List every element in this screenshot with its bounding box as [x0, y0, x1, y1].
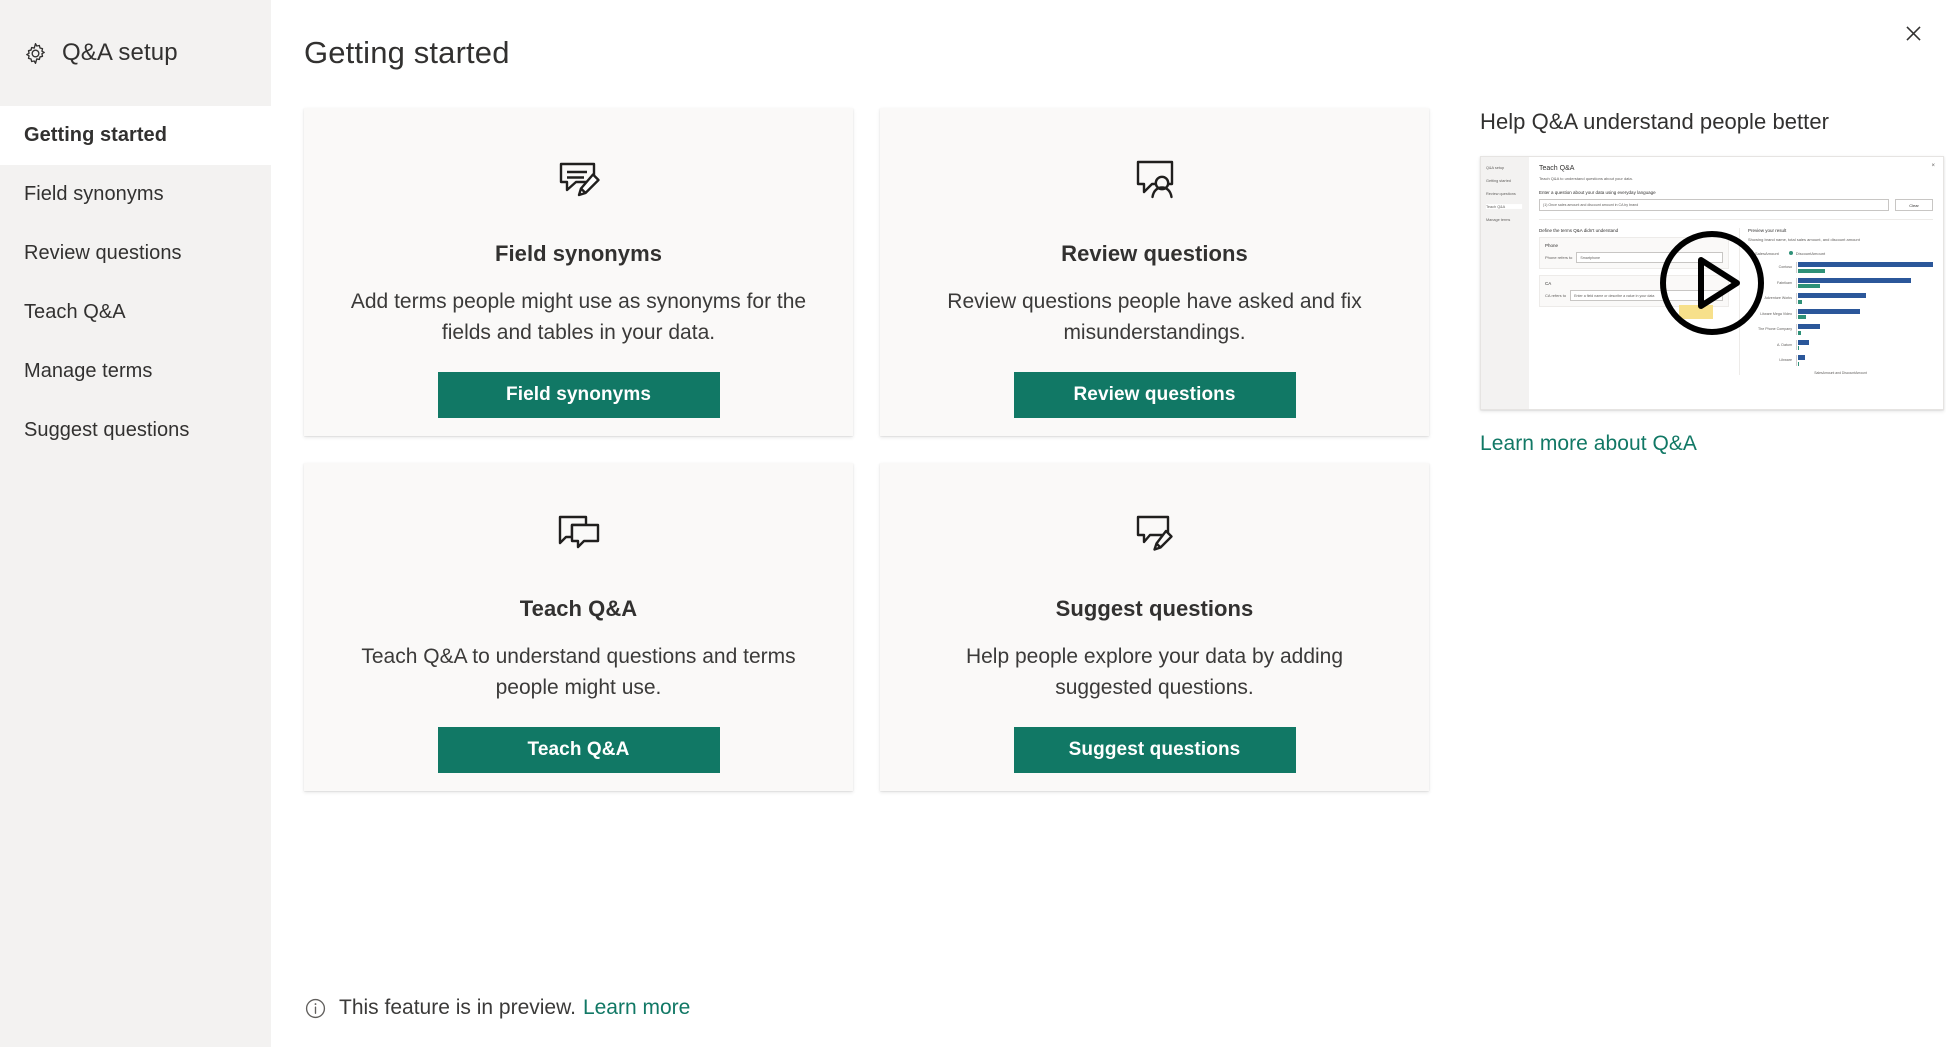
field-synonyms-icon: [554, 154, 604, 204]
sidebar-item-suggest-questions[interactable]: Suggest questions: [0, 401, 271, 460]
field-synonyms-button[interactable]: Field synonyms: [437, 372, 720, 418]
legend-item-discount: DiscountAmount: [1788, 251, 1825, 256]
sidebar-item-field-synonyms[interactable]: Field synonyms: [0, 165, 271, 224]
thumbnail-term-field-label: CA refers to: [1545, 293, 1567, 298]
teach-qa-button[interactable]: Teach Q&A: [437, 727, 720, 773]
bar-group: Adventure Works: [1748, 293, 1933, 304]
bar-group: Fabrikam: [1748, 277, 1933, 288]
close-button[interactable]: [1890, 10, 1936, 56]
button-label: Teach Q&A: [527, 739, 630, 760]
cards-row-1: Field synonyms Add terms people might us…: [304, 108, 1429, 436]
teach-qa-icon: [554, 509, 604, 559]
thumbnail-divider: [1539, 219, 1933, 220]
card-title: Teach Q&A: [519, 596, 638, 621]
thumbnail-result-title: Preview your result: [1748, 228, 1787, 233]
review-questions-icon: [1130, 154, 1180, 204]
card-description: Add terms people might use as synonyms f…: [350, 290, 807, 344]
sidebar-item-label: Review questions: [24, 242, 182, 264]
bar-group: The Phone Company: [1748, 324, 1933, 335]
thumbnail-mini-item: Getting started: [1486, 178, 1511, 183]
sidebar-nav: Getting started Field synonyms Review qu…: [0, 106, 271, 460]
close-icon: [1904, 24, 1923, 43]
learn-more-about-qa-link[interactable]: Learn more about Q&A: [1480, 432, 1697, 456]
thumbnail-bar-chart: Contoso Fabrikam Adventure Works Litware…: [1748, 262, 1933, 366]
preview-footer-text: This feature is in preview.: [339, 996, 576, 1019]
button-label: Suggest questions: [1068, 739, 1241, 760]
help-panel: Help Q&A understand people better Q&A se…: [1480, 108, 1946, 456]
thumbnail-input-row: (1) Once sales amount and discount amoun…: [1539, 199, 1933, 211]
thumbnail-close-icon: ×: [1931, 163, 1935, 169]
button-label: Field synonyms: [506, 384, 651, 405]
thumbnail-result-column: Preview your result Showing brand name, …: [1739, 228, 1933, 375]
card-field-synonyms: Field synonyms Add terms people might us…: [304, 108, 853, 436]
card-review-questions: Review questions Review questions people…: [880, 108, 1429, 436]
sidebar-item-label: Teach Q&A: [24, 301, 126, 323]
sidebar-header: Q&A setup: [0, 0, 271, 106]
thumbnail-mini-sidebar-title: Q&A setup: [1486, 165, 1505, 170]
play-icon[interactable]: [1658, 229, 1766, 337]
sidebar-item-manage-terms[interactable]: Manage terms: [0, 342, 271, 401]
sidebar-item-label: Getting started: [24, 124, 167, 146]
button-label: Review questions: [1073, 384, 1236, 405]
sidebar-item-review-questions[interactable]: Review questions: [0, 224, 271, 283]
cards-grid: Field synonyms Add terms people might us…: [304, 108, 1429, 818]
thumbnail-chart-legend: SalesAmount DiscountAmount: [1748, 251, 1933, 256]
card-suggest-questions: Suggest questions Help people explore yo…: [880, 463, 1429, 791]
suggest-questions-icon: [1130, 509, 1180, 559]
cards-row-2: Teach Q&A Teach Q&A to understand questi…: [304, 463, 1429, 791]
video-thumbnail[interactable]: Q&A setup Getting started Review questio…: [1480, 156, 1944, 410]
thumbnail-question-input: (1) Once sales amount and discount amoun…: [1539, 199, 1889, 211]
sidebar-item-label: Field synonyms: [24, 183, 164, 205]
content-area: Field synonyms Add terms people might us…: [304, 108, 1946, 1047]
thumbnail-term-field-label: Phone refers to: [1545, 255, 1573, 260]
card-title: Review questions: [1061, 241, 1248, 266]
thumbnail-mini-item: Teach Q&A: [1486, 204, 1523, 209]
card-title: Suggest questions: [1055, 596, 1254, 621]
thumbnail-subheading: Teach Q&A to understand questions about …: [1539, 176, 1633, 181]
card-description: Help people explore your data by adding …: [965, 645, 1344, 699]
card-description: Review questions people have asked and f…: [947, 290, 1362, 344]
thumbnail-chart-axis-label: SalesAmount and DiscountAmount: [1814, 370, 1867, 375]
info-icon: [304, 997, 327, 1020]
bar-group: Litware Mega Video: [1748, 308, 1933, 319]
help-panel-title: Help Q&A understand people better: [1480, 109, 1829, 134]
review-questions-button[interactable]: Review questions: [1013, 372, 1296, 418]
main-content: Getting started Field synonyms Add terms…: [271, 0, 1946, 1047]
preview-footer: This feature is in preview. Learn more: [304, 996, 690, 1020]
thumbnail-clear-button: Clear: [1895, 199, 1933, 211]
page-title: Getting started: [304, 35, 510, 70]
suggest-questions-button[interactable]: Suggest questions: [1013, 727, 1296, 773]
sidebar-item-teach-qa[interactable]: Teach Q&A: [0, 283, 271, 342]
bar-group: Libware: [1748, 355, 1933, 366]
card-title: Field synonyms: [495, 241, 662, 266]
bar-group: A. Datum: [1748, 339, 1933, 350]
card-teach-qa: Teach Q&A Teach Q&A to understand questi…: [304, 463, 853, 791]
sidebar-title: Q&A setup: [62, 39, 178, 66]
thumbnail-mini-sidebar: Q&A setup Getting started Review questio…: [1481, 157, 1529, 409]
bar-group: Contoso: [1748, 262, 1933, 273]
gear-icon: [23, 41, 48, 66]
thumbnail-result-subtitle: Showing brand name, total sales amount, …: [1748, 237, 1860, 242]
qa-setup-dialog: Q&A setup Getting started Field synonyms…: [0, 0, 1946, 1047]
thumbnail-field-label: Enter a question about your data using e…: [1539, 190, 1656, 195]
sidebar-item-label: Manage terms: [24, 360, 153, 382]
sidebar: Q&A setup Getting started Field synonyms…: [0, 0, 271, 1047]
thumbnail-mini-item: Manage terms: [1486, 217, 1511, 222]
footer-learn-more-link[interactable]: Learn more: [583, 996, 690, 1020]
card-description: Teach Q&A to understand questions and te…: [361, 645, 796, 699]
sidebar-item-getting-started[interactable]: Getting started: [0, 106, 271, 165]
thumbnail-heading: Teach Q&A: [1539, 165, 1575, 172]
sidebar-item-label: Suggest questions: [24, 419, 190, 441]
thumbnail-mini-item: Review questions: [1486, 191, 1516, 196]
